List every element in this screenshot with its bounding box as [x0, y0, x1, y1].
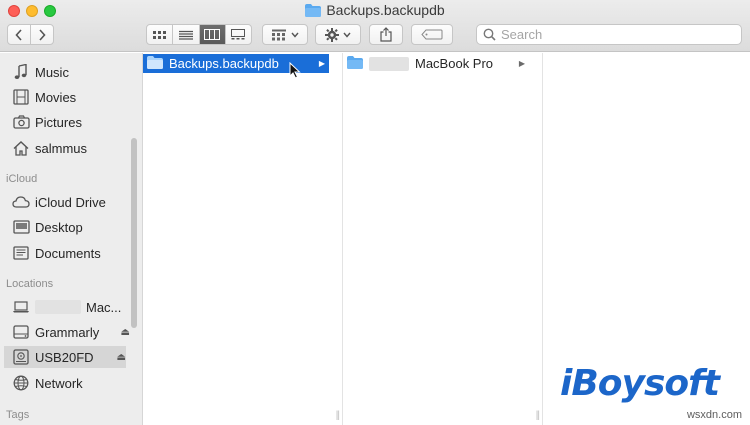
redacted-name — [35, 300, 81, 314]
sidebar-item-home[interactable]: salmmus — [12, 137, 130, 159]
item-name: MacBook Pro — [415, 56, 494, 71]
home-icon — [12, 139, 30, 157]
group-by-button[interactable] — [262, 24, 308, 45]
folder-icon — [305, 4, 322, 20]
search-icon — [483, 28, 496, 41]
sidebar-item-label: Desktop — [35, 219, 83, 235]
sidebar-item-movies[interactable]: Movies — [12, 86, 130, 108]
sidebar: Music Movies Pictures salmmus iCloud iCl… — [0, 53, 143, 425]
cloud-icon — [12, 193, 30, 211]
list-item[interactable]: MacBook Pro ▶ — [343, 54, 529, 73]
back-button[interactable] — [7, 24, 31, 45]
sidebar-item-icloud-drive[interactable]: iCloud Drive — [12, 191, 130, 213]
search-field[interactable]: Search — [476, 24, 742, 45]
sidebar-section-icloud: iCloud — [6, 173, 38, 185]
column-resize-handle[interactable]: || — [336, 410, 340, 421]
gear-icon — [325, 27, 339, 42]
sidebar-item-usb20fd[interactable]: USB20FD ⏏ — [4, 346, 126, 368]
sidebar-item-label: salmmus — [35, 140, 88, 156]
gallery-view-button[interactable] — [226, 25, 251, 44]
chevron-down-icon — [291, 32, 299, 38]
sidebar-item-label: Documents — [35, 245, 101, 261]
group-grid-icon — [272, 29, 286, 40]
music-note-icon — [12, 63, 30, 81]
gallery-icon — [231, 29, 246, 40]
window-title-text: Backups.backupdb — [326, 2, 445, 18]
sidebar-item-mac[interactable]: Mac... — [12, 296, 130, 318]
sidebar-item-label: Grammarly — [35, 324, 100, 340]
folder-icon — [347, 55, 363, 72]
window-title: Backups.backupdb — [0, 2, 750, 20]
sidebar-section-tags: Tags — [6, 409, 30, 421]
sidebar-section-locations: Locations — [6, 278, 54, 290]
sidebar-item-label: Pictures — [35, 114, 82, 130]
mouse-pointer-icon — [289, 61, 301, 82]
forward-button[interactable] — [30, 24, 54, 45]
sidebar-item-label: USB20FD — [35, 349, 94, 365]
redacted-name — [369, 56, 409, 71]
laptop-icon — [12, 298, 30, 316]
eject-icon[interactable]: ⏏ — [117, 352, 126, 363]
folder-icon — [147, 55, 163, 72]
columns-icon — [204, 29, 221, 40]
sidebar-item-label: Mac... — [86, 299, 122, 315]
item-name: Backups.backupdb — [169, 56, 279, 71]
camera-icon — [12, 113, 30, 131]
document-icon — [12, 244, 30, 262]
site-watermark: wsxdn.com — [686, 409, 742, 421]
sidebar-item-music[interactable]: Music — [12, 61, 130, 83]
browser-column-2: MacBook Pro ▶ || — [343, 53, 543, 425]
disclosure-arrow-icon: ▶ — [318, 59, 325, 68]
sidebar-item-documents[interactable]: Documents — [12, 242, 130, 264]
sidebar-item-desktop[interactable]: Desktop — [12, 216, 130, 238]
globe-icon — [12, 374, 30, 392]
search-placeholder: Search — [501, 27, 543, 42]
sidebar-item-grammarly[interactable]: Grammarly ⏏ — [12, 321, 130, 343]
share-button[interactable] — [369, 24, 403, 45]
film-icon — [12, 88, 30, 106]
icon-view-button[interactable] — [147, 25, 174, 44]
brand-logo: iBoysoft — [560, 363, 720, 404]
sidebar-item-pictures[interactable]: Pictures — [12, 111, 130, 133]
toolbar: Backups.backupdb Search — [0, 0, 750, 52]
sidebar-item-network[interactable]: Network — [12, 372, 130, 394]
view-mode-selector — [146, 24, 252, 45]
list-view-button[interactable] — [173, 25, 200, 44]
sidebar-item-label: Network — [35, 375, 83, 391]
eject-icon[interactable]: ⏏ — [121, 327, 130, 338]
sidebar-scrollbar[interactable] — [131, 138, 137, 328]
tag-icon — [421, 29, 443, 40]
disclosure-arrow-icon: ▶ — [518, 59, 525, 68]
chevron-right-icon — [39, 28, 46, 41]
external-drive-icon — [12, 348, 30, 366]
column-view-button[interactable] — [199, 25, 226, 44]
sidebar-item-label: iCloud Drive — [35, 194, 106, 210]
sidebar-item-label: Movies — [35, 89, 77, 105]
action-menu-button[interactable] — [315, 24, 361, 45]
column-resize-handle[interactable]: || — [536, 410, 540, 421]
browser-column-1: Backups.backupdb ▶ || — [143, 53, 343, 425]
list-item[interactable]: Backups.backupdb ▶ — [143, 54, 329, 73]
chevron-left-icon — [15, 28, 22, 41]
list-icon — [178, 30, 193, 40]
tag-button[interactable] — [411, 24, 453, 45]
drive-icon — [12, 323, 30, 341]
desktop-icon — [12, 218, 30, 236]
icon-grid-icon — [152, 30, 166, 39]
sidebar-item-label: Music — [35, 64, 69, 80]
chevron-down-icon — [343, 32, 351, 38]
share-icon — [380, 27, 392, 42]
